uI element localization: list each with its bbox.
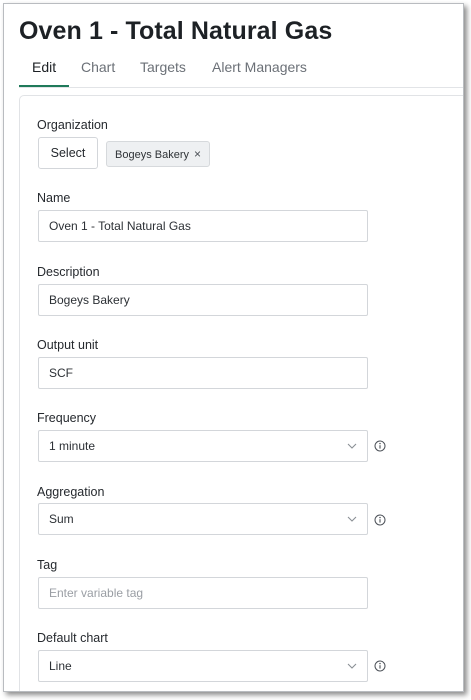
chevron-down-icon xyxy=(347,516,357,522)
organization-select-button[interactable]: Select xyxy=(38,137,98,169)
organization-chip-label: Bogeys Bakery xyxy=(115,149,189,161)
name-field[interactable] xyxy=(38,210,368,242)
name-label: Name xyxy=(37,191,71,205)
info-icon[interactable] xyxy=(374,440,386,452)
tab-chart-label: Chart xyxy=(81,59,116,75)
frequency-select-value: 1 minute xyxy=(49,439,96,453)
organization-label: Organization xyxy=(37,118,108,132)
page-frame: Oven 1 - Total Natural Gas Edit Chart Ta… xyxy=(3,3,464,692)
frequency-select[interactable]: 1 minute xyxy=(38,430,368,462)
aggregation-select[interactable]: Sum xyxy=(38,503,368,535)
edit-form-card: Organization Select Bogeys Bakery × Name … xyxy=(19,95,463,691)
default-chart-select[interactable]: Line xyxy=(38,650,368,682)
description-field[interactable] xyxy=(38,284,368,316)
page-title: Oven 1 - Total Natural Gas xyxy=(19,17,333,45)
tab-targets-label: Targets xyxy=(140,59,186,75)
tab-alert-managers-label: Alert Managers xyxy=(212,59,307,75)
description-label: Description xyxy=(37,265,100,279)
default-chart-select-value: Line xyxy=(49,659,72,673)
tab-edit-label: Edit xyxy=(32,59,57,75)
default-chart-label: Default chart xyxy=(37,631,108,645)
info-icon[interactable] xyxy=(374,514,386,526)
tab-edit[interactable]: Edit xyxy=(19,59,70,87)
tab-targets[interactable]: Targets xyxy=(127,59,199,86)
output-unit-label: Output unit xyxy=(37,338,99,352)
info-icon[interactable] xyxy=(374,660,386,672)
aggregation-select-value: Sum xyxy=(49,512,74,526)
tag-label: Tag xyxy=(37,558,58,572)
frequency-label: Frequency xyxy=(37,411,97,425)
chevron-down-icon xyxy=(347,663,357,669)
tag-field[interactable] xyxy=(38,577,368,609)
close-icon[interactable]: × xyxy=(194,147,201,161)
tab-bar: Edit Chart Targets Alert Managers xyxy=(19,59,463,88)
tab-alert-managers[interactable]: Alert Managers xyxy=(199,59,320,86)
output-unit-field[interactable] xyxy=(38,357,368,389)
chevron-down-icon xyxy=(347,443,357,449)
aggregation-label: Aggregation xyxy=(37,485,105,499)
organization-chip: Bogeys Bakery × xyxy=(106,141,210,167)
tab-chart[interactable]: Chart xyxy=(68,59,128,86)
